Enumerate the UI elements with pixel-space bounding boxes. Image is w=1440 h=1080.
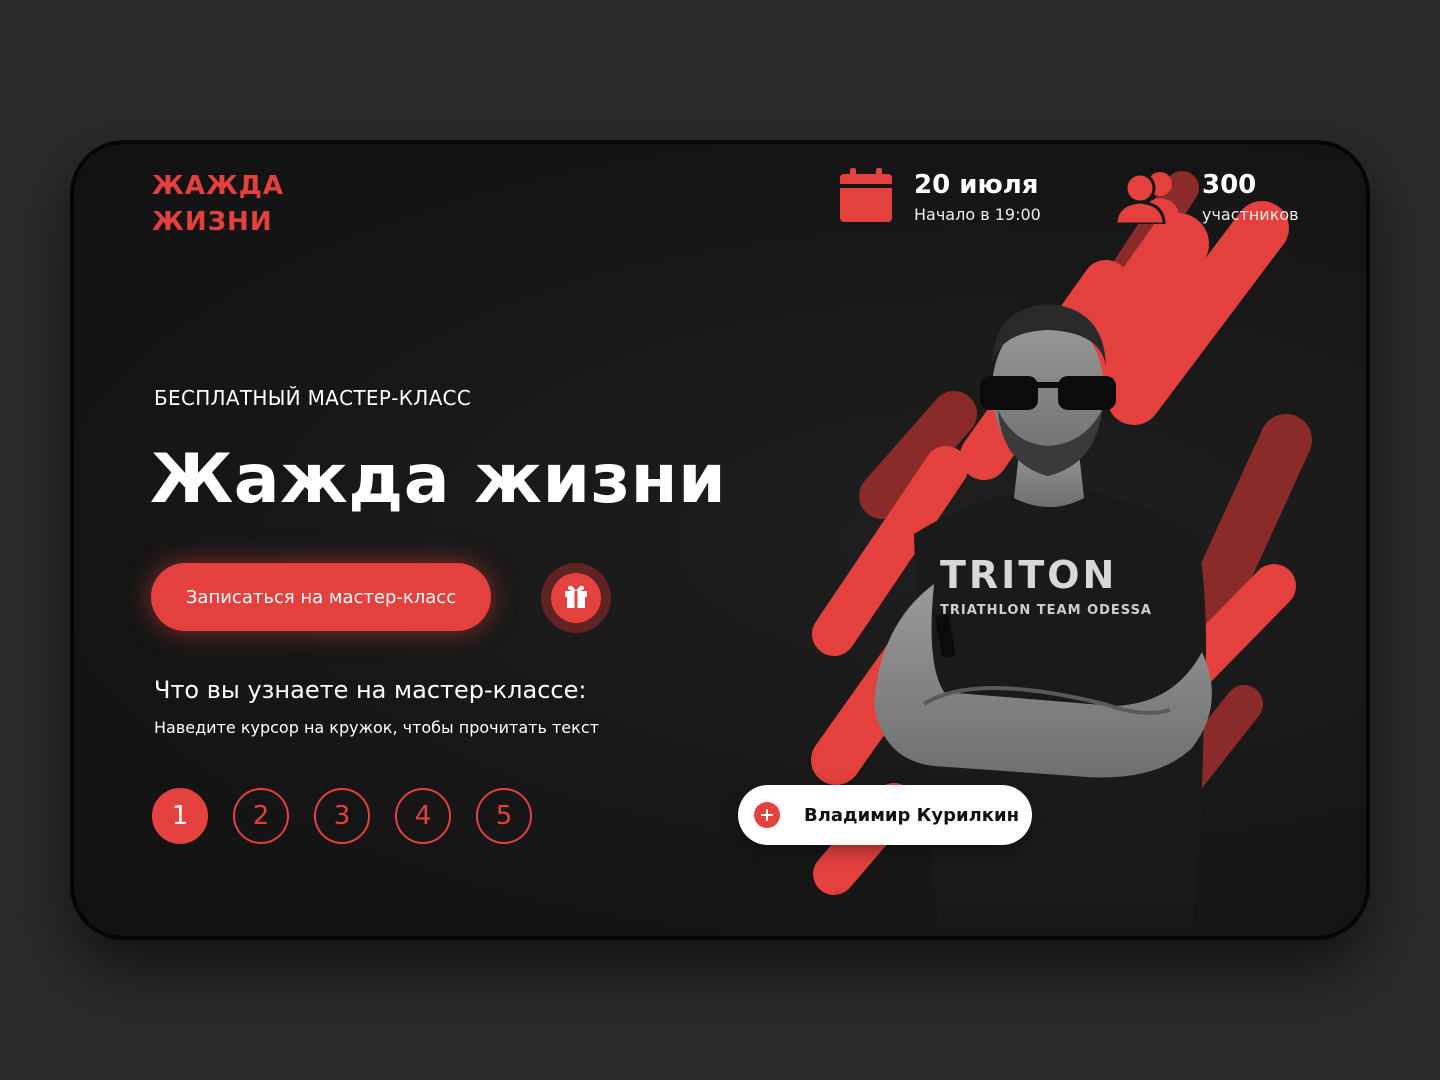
participants-label: участников (1202, 205, 1299, 224)
shirt-print-subtitle: TRIATHLON TEAM ODESSA (940, 603, 1152, 618)
participants-info: 300 участников (1114, 168, 1299, 228)
users-icon (1114, 168, 1184, 228)
gift-button[interactable] (541, 563, 611, 633)
participants-count: 300 (1202, 170, 1257, 200)
step-5[interactable]: 5 (476, 788, 532, 844)
logo-line-2: ЖИЗНИ (152, 207, 273, 237)
step-2[interactable]: 2 (233, 788, 289, 844)
device-frame: TRITON TRIATHLON TEAM ODESSA ЖАЖДА ЖИЗНИ… (70, 140, 1370, 940)
steps-list: 1 2 3 4 5 (152, 788, 532, 844)
calendar-icon (838, 168, 894, 228)
speaker-name: Владимир Курилкин (804, 804, 1020, 826)
signup-button[interactable]: Записаться на мастер-класс (151, 563, 491, 631)
landing-screen: TRITON TRIATHLON TEAM ODESSA ЖАЖДА ЖИЗНИ… (74, 144, 1366, 936)
signup-button-label: Записаться на мастер-класс (185, 586, 457, 608)
hero-subtitle: БЕСПЛАТНЫЙ МАСТЕР-КЛАСС (154, 386, 472, 410)
logo[interactable]: ЖАЖДА ЖИЗНИ (152, 168, 352, 240)
logo-line-1: ЖАЖДА (152, 171, 285, 201)
speaker-name-button[interactable]: Владимир Курилкин (738, 785, 1032, 845)
step-3[interactable]: 3 (314, 788, 370, 844)
event-start-time: Начало в 19:00 (914, 205, 1041, 224)
learn-hint: Наведите курсор на кружок, чтобы прочита… (154, 718, 599, 737)
gift-icon (563, 583, 589, 613)
learn-title: Что вы узнаете на мастер-классе: (154, 676, 587, 704)
event-date-info: 20 июля Начало в 19:00 (838, 168, 1041, 228)
plus-icon (754, 802, 780, 828)
event-date: 20 июля (914, 170, 1039, 200)
step-4[interactable]: 4 (395, 788, 451, 844)
hero-title: Жажда жизни (150, 440, 727, 519)
shirt-print-title: TRITON (940, 553, 1117, 597)
step-1[interactable]: 1 (152, 788, 208, 844)
